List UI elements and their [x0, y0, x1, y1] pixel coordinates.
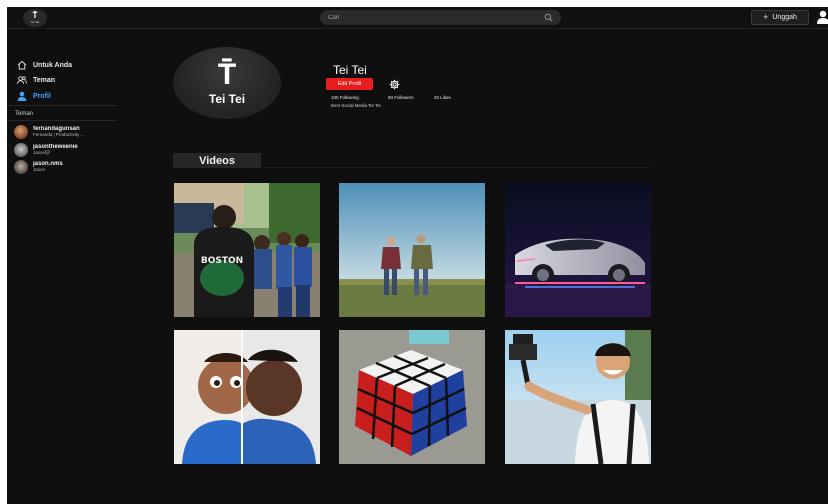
video-image — [505, 330, 651, 464]
jacket-logo-text: BOSTON — [201, 256, 243, 266]
following-count[interactable]: 100 Following — [331, 95, 371, 100]
avatar-brand-name: Tei Tei — [208, 92, 246, 106]
video-image — [339, 183, 485, 317]
friends-section-label: Teman — [15, 111, 34, 117]
video-thumbnail[interactable]: BOSTON — [174, 183, 320, 317]
video-image: BOSTON — [174, 183, 320, 317]
sidebar-item-label: Profil — [33, 92, 51, 100]
search-bar — [320, 10, 561, 25]
top-bar: Ṫ̈ Tei Tei + Unggah — [7, 7, 828, 29]
avatar — [14, 125, 28, 139]
sidebar-item-label: Teman — [33, 76, 56, 84]
friend-subtitle: Fernanda | Productivity ... — [33, 132, 85, 137]
video-thumbnail[interactable] — [174, 330, 320, 464]
video-thumbnail[interactable] — [339, 330, 485, 464]
sidebar-item-untuk-anda[interactable]: Untuk Anda — [17, 59, 72, 71]
sidebar-item-label: Untuk Anda — [33, 61, 73, 69]
app-window: Ṫ̈ Tei Tei + Unggah Untuk Anda — [7, 7, 828, 504]
divider — [261, 167, 651, 168]
gear-icon — [389, 79, 399, 89]
friend-subtitle: Jason — [33, 167, 46, 172]
video-image — [174, 330, 320, 464]
logo-glyph: Ṫ̈ — [32, 11, 38, 20]
divider — [7, 105, 117, 106]
account-icon[interactable] — [817, 10, 828, 24]
followers-count[interactable]: 50 Followers — [388, 95, 434, 100]
avatar — [14, 160, 28, 174]
search-input[interactable] — [328, 10, 538, 25]
sidebar-item-profil[interactable]: Profil — [17, 90, 51, 102]
friend-item[interactable]: jasontheweenie Jason🐱 — [14, 142, 119, 158]
avatar — [14, 143, 28, 157]
likes-count: 20 Likes — [434, 95, 451, 100]
upload-label: Unggah — [772, 14, 797, 21]
sidebar-item-teman[interactable]: Teman — [17, 74, 55, 86]
logo[interactable]: Ṫ̈ Tei Tei — [23, 9, 47, 27]
friend-item[interactable]: jason.nms Jason — [14, 159, 119, 175]
tab-videos[interactable]: Videos — [173, 153, 261, 168]
edit-profile-button[interactable]: Edit Profil — [326, 78, 373, 90]
upload-button[interactable]: + Unggah — [751, 10, 809, 25]
video-image — [505, 183, 651, 317]
friend-subtitle: Jason🐱 — [33, 150, 50, 155]
logo-text: Tei Tei — [30, 20, 40, 24]
video-thumbnail[interactable] — [505, 183, 651, 317]
profile-bio: Best Social Media Tei Tei — [331, 103, 381, 108]
video-image — [339, 330, 485, 464]
video-thumbnail[interactable] — [339, 183, 485, 317]
home-icon — [17, 60, 27, 70]
profile-avatar: Ṫ̈ Tei Tei — [173, 47, 281, 119]
friends-icon — [17, 76, 27, 85]
friend-item[interactable]: fernandagunsan Fernanda | Productivity .… — [14, 124, 119, 140]
search-icon[interactable] — [544, 13, 553, 22]
user-icon — [17, 91, 27, 101]
divider — [7, 120, 117, 121]
avatar-glyph: Ṫ̈ — [217, 58, 237, 91]
sidebar: Untuk Anda Teman Profil Teman fernandagu… — [7, 29, 125, 504]
video-thumbnail[interactable] — [505, 330, 651, 464]
profile-name: Tei Tei — [333, 63, 367, 77]
plus-icon: + — [763, 12, 769, 22]
settings-button[interactable] — [387, 77, 401, 91]
profile-stats: 100 Following 50 Followers 20 Likes — [331, 95, 451, 100]
